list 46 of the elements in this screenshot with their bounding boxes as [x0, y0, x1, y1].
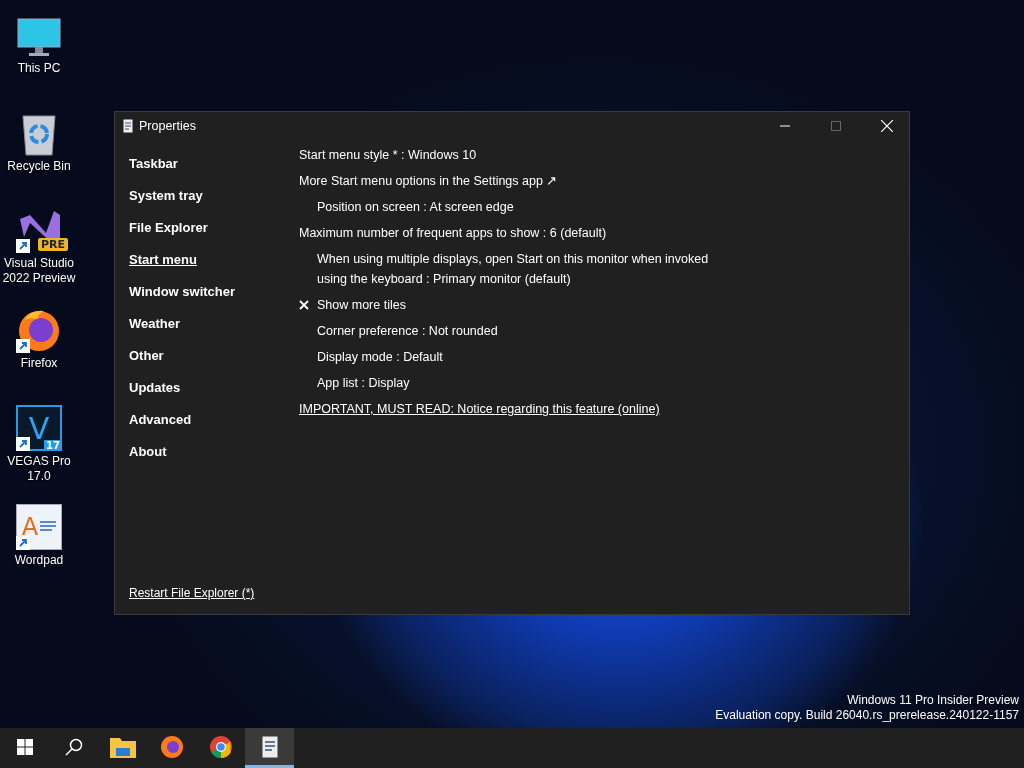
text-lines-icon — [40, 520, 57, 534]
desktop-icon-label[interactable]: This PC — [17, 61, 61, 76]
notice-link[interactable]: IMPORTANT, MUST READ: Notice regarding this feature (online) — [299, 399, 660, 419]
sidebar-item[interactable]: Window switcher — [129, 276, 236, 308]
setting-option[interactable]: App list : Display — [317, 373, 410, 393]
setting-option[interactable]: Display mode : Default — [317, 347, 443, 367]
chrome-icon — [208, 734, 233, 759]
search-icon — [64, 737, 83, 756]
sidebar-item[interactable]: Updates — [129, 372, 181, 404]
sidebar-item[interactable]: Other — [129, 340, 164, 372]
sidebar-item[interactable]: File Explorer — [129, 212, 208, 244]
folder-icon — [109, 735, 136, 758]
maximize-icon — [830, 121, 841, 131]
app-icon — [123, 119, 133, 133]
settings-link[interactable]: More Start menu options in the Settings app ↗ — [299, 171, 558, 191]
version-badge: 17 — [44, 440, 62, 451]
setting-option[interactable]: Start menu style * : Windows 10 — [299, 145, 477, 165]
os-build-text: Evaluation copy. Build 26040.rs_prerelease.240122-1157 — [715, 708, 1019, 723]
window-title: Properties — [139, 119, 197, 133]
os-build-text: Windows 11 Pro Insider Preview — [846, 693, 1019, 708]
desktop-icon-label[interactable]: Recycle Bin — [7, 159, 71, 174]
setting-option[interactable]: Position on screen : At screen edge — [317, 197, 514, 217]
desktop-icon-label[interactable]: VEGAS Pro 17.0 — [7, 454, 71, 484]
desktop-icon-label[interactable]: Visual Studio 2022 Preview — [2, 256, 76, 286]
close-icon — [880, 120, 893, 132]
taskbar-button[interactable] — [245, 728, 294, 768]
desktop-icon-label[interactable]: Firefox — [20, 356, 58, 371]
sidebar-item[interactable]: Weather — [129, 308, 181, 340]
setting-toggle[interactable]: Show more tiles — [317, 295, 406, 315]
setting-option[interactable]: Maximum number of frequent apps to show : 6 (default) — [299, 223, 607, 243]
sidebar-item[interactable]: About — [129, 436, 167, 468]
firefox-icon — [159, 734, 184, 759]
monitor-icon — [17, 18, 61, 58]
start-icon — [16, 738, 33, 755]
properties-app-icon — [261, 735, 278, 758]
logo-letter: A — [21, 513, 39, 541]
setting-option[interactable]: Corner preference : Not rounded — [317, 321, 498, 341]
sidebar-item[interactable]: System tray — [129, 180, 203, 212]
desktop-icon-label[interactable]: Wordpad — [14, 553, 64, 568]
sidebar-item[interactable]: Start menu — [129, 244, 197, 276]
preview-badge: PRE — [37, 238, 68, 251]
recycle-bin-icon — [21, 112, 57, 156]
setting-option[interactable]: When using multiple displays, open Start on this monitor when invoked using the keyboard : Primary monitor (default) — [317, 249, 739, 289]
sidebar-item[interactable]: Taskbar — [129, 148, 178, 180]
sidebar-item[interactable]: Advanced — [129, 404, 192, 436]
restart-explorer-link[interactable]: Restart File Explorer (*) — [129, 586, 255, 600]
